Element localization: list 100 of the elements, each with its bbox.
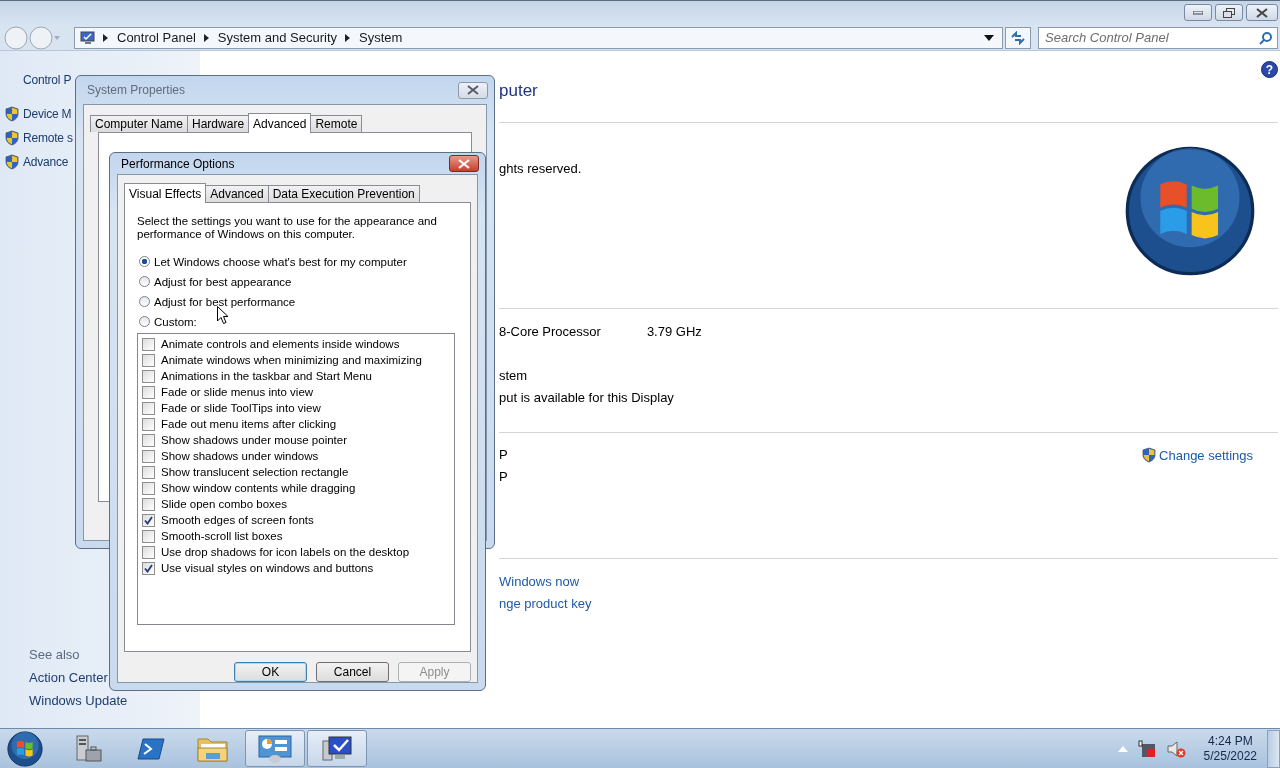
- checkbox-label[interactable]: Fade or slide ToolTips into view: [161, 402, 321, 414]
- breadcrumb-item[interactable]: System: [359, 30, 403, 45]
- network-error-icon[interactable]: [1137, 739, 1156, 758]
- see-also-heading: See also: [29, 646, 81, 664]
- dialog-title: System Properties: [87, 83, 186, 97]
- radio-label[interactable]: Adjust for best appearance: [154, 275, 292, 288]
- sidebar-link[interactable]: Control P: [23, 73, 72, 87]
- checkbox-label[interactable]: Slide open combo boxes: [161, 498, 287, 510]
- checkbox[interactable]: [142, 401, 155, 415]
- back-forward-buttons[interactable]: [2, 25, 60, 50]
- checkbox[interactable]: [142, 529, 155, 543]
- checkbox[interactable]: [142, 465, 155, 479]
- refresh-icon: [1010, 30, 1026, 45]
- checkbox-label[interactable]: Use visual styles on windows and buttons: [161, 562, 374, 574]
- address-bar[interactable]: Control Panel System and Security System: [74, 26, 1003, 49]
- tab[interactable]: Advanced: [205, 185, 269, 202]
- sidebar-link[interactable]: Device M: [23, 107, 72, 121]
- dialog-button[interactable]: OK: [234, 662, 307, 682]
- clock[interactable]: 4:24 PM 5/25/2022: [1203, 733, 1257, 764]
- minimize-icon: [1193, 10, 1203, 15]
- info-text: 8-Core Processor: [499, 323, 601, 341]
- dropdown-icon[interactable]: [984, 34, 994, 41]
- breadcrumb-item[interactable]: Control Panel: [117, 30, 196, 45]
- radio-button[interactable]: [139, 276, 150, 287]
- radio-button[interactable]: [139, 296, 150, 307]
- close-icon: [458, 158, 470, 169]
- checkbox[interactable]: [142, 449, 155, 463]
- close-icon: [1256, 7, 1268, 18]
- content-link[interactable]: nge product key: [499, 593, 592, 615]
- search-icon: [1259, 30, 1273, 45]
- checkbox-label[interactable]: Show window contents while dragging: [161, 482, 356, 494]
- tab[interactable]: Advanced: [248, 113, 312, 133]
- taskbar-button[interactable]: [245, 730, 305, 767]
- windows-logo: [7, 730, 43, 767]
- radio-label[interactable]: Let Windows choose what's best for my computer: [154, 255, 407, 268]
- checkbox-label[interactable]: Fade out menu items after clicking: [161, 418, 337, 430]
- info-text: put is available for this Display: [499, 389, 674, 407]
- show-desktop-button[interactable]: [1267, 729, 1280, 768]
- close-button[interactable]: [1246, 4, 1278, 21]
- tab[interactable]: Remote: [310, 115, 363, 132]
- checkbox[interactable]: [142, 513, 155, 527]
- info-text: ghts reserved.: [499, 160, 582, 178]
- sidebar-link[interactable]: Advance: [23, 155, 69, 169]
- checkbox[interactable]: [142, 497, 155, 511]
- checkbox[interactable]: [142, 481, 155, 495]
- search-field[interactable]: Search Control Panel: [1038, 26, 1278, 49]
- checkbox-label[interactable]: Animations in the taskbar and Start Menu: [161, 370, 372, 382]
- close-button[interactable]: [449, 155, 479, 172]
- checkbox[interactable]: [142, 433, 155, 447]
- radio-button[interactable]: [139, 256, 150, 267]
- refresh-button[interactable]: [1005, 26, 1031, 49]
- close-button[interactable]: [458, 81, 488, 99]
- checkbox-label[interactable]: Use drop shadows for icon labels on the desktop: [161, 546, 410, 558]
- radio-button[interactable]: [139, 316, 150, 327]
- checkbox[interactable]: [142, 353, 155, 367]
- page-heading: puter: [499, 80, 539, 102]
- chevron-icon: [103, 33, 109, 42]
- control-panel-icon: [258, 733, 292, 764]
- checkbox-label[interactable]: Animate windows when minimizing and maximizing: [161, 354, 422, 366]
- radio-label[interactable]: Adjust for best performance: [154, 295, 296, 308]
- checkbox[interactable]: [142, 369, 155, 383]
- checkbox[interactable]: [142, 561, 155, 575]
- tab[interactable]: Data Execution Prevention: [267, 185, 420, 202]
- shield-icon: [1141, 447, 1158, 463]
- checkbox-label[interactable]: Animate controls and elements inside windows: [161, 338, 400, 350]
- tab[interactable]: Computer Name: [90, 115, 189, 132]
- info-text: P: [499, 446, 508, 464]
- checkbox[interactable]: [142, 385, 155, 399]
- checkbox-label[interactable]: Show translucent selection rectangle: [161, 466, 349, 478]
- muted-speaker-icon[interactable]: [1165, 739, 1186, 758]
- radio-label[interactable]: Custom:: [154, 315, 197, 328]
- checkbox-label[interactable]: Show shadows under windows: [161, 450, 319, 462]
- see-also-link[interactable]: Windows Update: [29, 689, 200, 712]
- tab[interactable]: Visual Effects: [124, 183, 207, 203]
- computer-icon: [79, 30, 95, 45]
- breadcrumb-item[interactable]: System and Security: [217, 30, 337, 45]
- info-text: P: [499, 468, 508, 486]
- tab[interactable]: Hardware: [187, 115, 250, 132]
- sidebar-link[interactable]: Remote s: [23, 131, 73, 145]
- checkbox-label[interactable]: Fade or slide menus into view: [161, 386, 314, 398]
- checkbox[interactable]: [142, 337, 155, 351]
- dialog-button[interactable]: Cancel: [316, 662, 389, 682]
- description-text: Select the settings you want to use for the appearance and performance of Windows on this computer.: [137, 215, 438, 241]
- content-link[interactable]: Windows now: [499, 571, 580, 593]
- checkbox-label[interactable]: Smooth edges of screen fonts: [161, 514, 314, 526]
- checkbox-label[interactable]: Show shadows under mouse pointer: [161, 434, 348, 446]
- change-settings-link[interactable]: Change settings: [1159, 447, 1253, 463]
- chevron-icon: [203, 33, 210, 42]
- info-value: 3.79 GHz: [646, 323, 702, 341]
- mouse-cursor-icon: [217, 306, 229, 325]
- checkbox[interactable]: [142, 417, 155, 431]
- dialog-title: Performance Options: [121, 156, 235, 171]
- monitor-check-icon: [320, 733, 354, 764]
- checkbox[interactable]: [142, 545, 155, 559]
- checkbox-label[interactable]: Smooth-scroll list boxes: [161, 530, 283, 542]
- help-icon[interactable]: ?: [1261, 61, 1278, 78]
- taskbar-button[interactable]: [307, 730, 367, 767]
- info-text: stem: [499, 367, 528, 385]
- restore-button[interactable]: [1215, 4, 1243, 21]
- server-icon: [74, 733, 104, 764]
